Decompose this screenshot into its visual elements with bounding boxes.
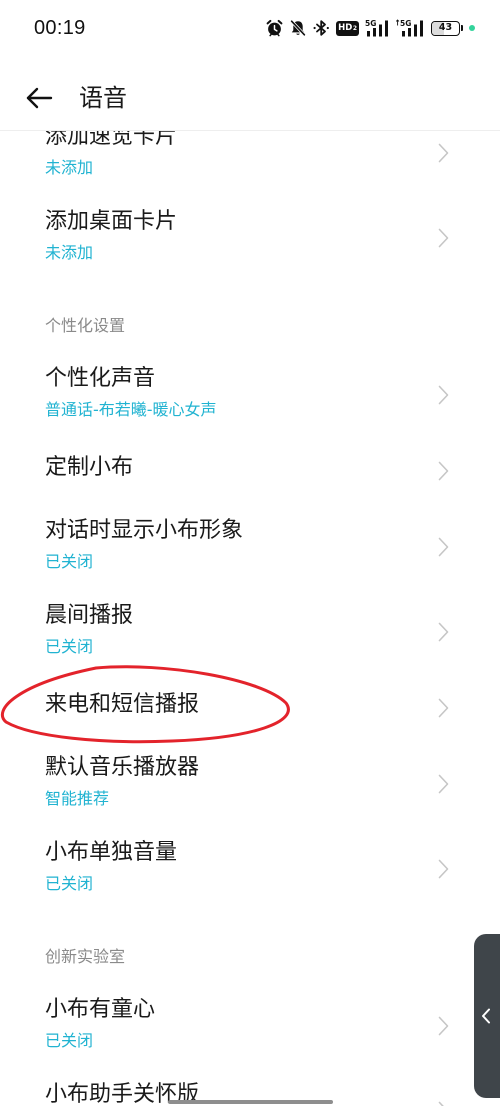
list-item-call-sms-announce[interactable]: 来电和短信播报 (0, 674, 500, 741)
settings-list[interactable]: 添加速览卡片 未添加 添加桌面卡片 未添加 个性化设置 个性化声音 普通话-布若… (0, 131, 500, 1106)
section-header-innovation-lab: 创新实验室 (45, 947, 126, 966)
back-button[interactable] (20, 83, 58, 113)
signal-5g-icon: 5G (365, 19, 390, 37)
chevron-right-icon (438, 1101, 449, 1106)
list-item-subtitle: 智能推荐 (45, 789, 110, 808)
signal-5g-icon: 5G (396, 19, 425, 37)
battery-level: 43 (438, 22, 453, 33)
arrow-left-icon (25, 87, 53, 109)
list-item-title: 默认音乐播放器 (45, 755, 200, 780)
list-item-title: 对话时显示小布形象 (45, 518, 244, 543)
alarm-icon (266, 19, 283, 37)
chevron-right-icon (438, 143, 449, 163)
list-item-subtitle: 普通话-布若曦-暖心女声 (45, 400, 217, 419)
chevron-right-icon (438, 622, 449, 642)
bluetooth-icon (313, 19, 330, 37)
list-item-title: 来电和短信播报 (45, 692, 200, 717)
hd-voice-icon: HD 2 (336, 20, 359, 36)
list-item-title: 个性化声音 (45, 366, 156, 391)
list-item-show-avatar[interactable]: 对话时显示小布形象 已关闭 (0, 504, 500, 589)
status-icons: HD 2 5G 5G 43 (266, 16, 475, 40)
chevron-right-icon (438, 385, 449, 405)
battery-icon: 43 (431, 20, 463, 36)
chevron-right-icon (438, 228, 449, 248)
list-item-title: 定制小布 (45, 455, 134, 480)
hd-sub-label: 2 (352, 24, 357, 32)
status-bar: 00:19 HD 2 5G 5G 43 (0, 0, 500, 56)
list-item-subtitle: 已关闭 (45, 1031, 94, 1050)
list-item-title: 小布有童心 (45, 997, 156, 1022)
hd-label: HD (338, 22, 353, 33)
list-item-title: 添加桌面卡片 (45, 209, 178, 234)
list-item-childlike-mode[interactable]: 小布有童心 已关闭 (0, 983, 500, 1068)
page-header: 语音 (0, 56, 500, 131)
chevron-left-icon (481, 1008, 491, 1024)
list-item-desktop-card[interactable]: 添加桌面卡片 未添加 (0, 195, 500, 280)
chevron-right-icon (438, 537, 449, 557)
list-item-quick-card[interactable]: 添加速览卡片 未添加 (0, 131, 500, 195)
list-item-personal-voice[interactable]: 个性化声音 普通话-布若曦-暖心女声 (0, 352, 500, 437)
chevron-right-icon (438, 774, 449, 794)
list-item-subtitle: 已关闭 (45, 637, 94, 656)
sim2-network-label: 5G (400, 19, 411, 28)
list-item-independent-volume[interactable]: 小布单独音量 已关闭 (0, 826, 500, 911)
chevron-right-icon (438, 1016, 449, 1036)
list-item-subtitle: 未添加 (45, 158, 94, 177)
side-panel-handle[interactable] (474, 934, 500, 1098)
sim1-network-label: 5G (365, 19, 376, 28)
page-title: 语音 (79, 84, 127, 112)
status-dot-icon (469, 25, 475, 31)
battery-tip (461, 25, 463, 31)
list-item-subtitle: 已关闭 (45, 874, 94, 893)
list-item-subtitle: 未添加 (45, 243, 94, 262)
list-item-morning-briefing[interactable]: 晨间播报 已关闭 (0, 589, 500, 674)
bell-off-icon (289, 19, 307, 37)
chevron-right-icon (438, 698, 449, 718)
list-item-default-music-player[interactable]: 默认音乐播放器 智能推荐 (0, 741, 500, 826)
list-item-title: 晨间播报 (45, 603, 134, 628)
chevron-right-icon (438, 859, 449, 879)
section-header-personalization: 个性化设置 (45, 316, 126, 335)
list-item-subtitle: 已关闭 (45, 552, 94, 571)
list-item-title: 添加速览卡片 (45, 131, 178, 149)
home-indicator[interactable] (168, 1100, 333, 1104)
battery-body: 43 (431, 20, 460, 36)
list-item-customize-assistant[interactable]: 定制小布 (0, 437, 500, 504)
list-item-title: 小布单独音量 (45, 840, 178, 865)
status-time: 00:19 (34, 17, 86, 39)
chevron-right-icon (438, 461, 449, 481)
